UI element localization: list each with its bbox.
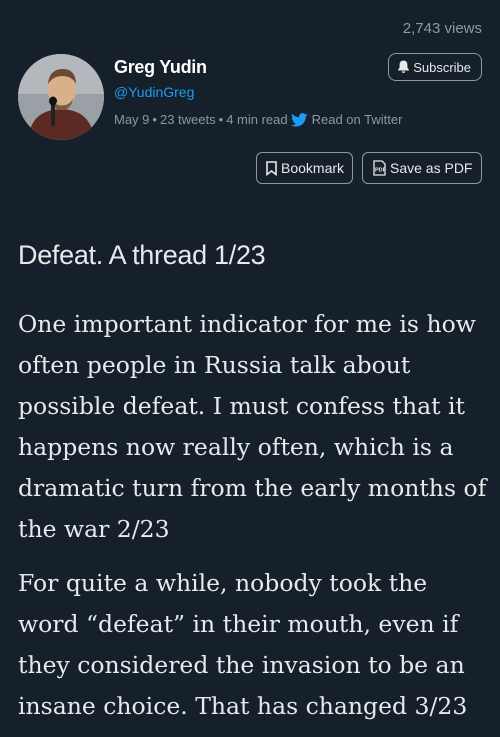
thread-paragraph: For quite a while, nobody took the word …: [18, 569, 468, 720]
avatar[interactable]: [18, 54, 104, 140]
meta-separator: •: [218, 112, 224, 127]
pdf-icon: PDF: [372, 160, 387, 176]
bookmark-button[interactable]: Bookmark: [256, 152, 354, 184]
subscribe-button[interactable]: Subscribe: [388, 53, 482, 81]
view-count: 2,743 views: [402, 20, 482, 37]
avatar-photo: [18, 54, 104, 140]
tweet-count: 23 tweets: [159, 112, 216, 127]
thread-paragraph: One important indicator for me is how of…: [18, 310, 487, 543]
bookmark-label: Bookmark: [281, 160, 345, 176]
thread-page: 2,743 views Greg Yudin @YudinGreg May 9 …: [0, 0, 500, 737]
bell-icon: [397, 60, 410, 74]
save-pdf-label: Save as PDF: [390, 160, 473, 176]
post-date: May 9: [114, 112, 150, 127]
author-handle[interactable]: @YudinGreg: [114, 84, 194, 100]
read-on-twitter-link[interactable]: Read on Twitter: [312, 112, 403, 127]
meta-separator: •: [152, 112, 157, 127]
read-time: 4 min read: [226, 112, 288, 127]
bookmark-icon: [265, 160, 278, 176]
thread-title: Defeat. A thread 1/23: [18, 240, 266, 270]
thread-meta: May 9 • 23 tweets • 4 min read Read on T…: [114, 112, 402, 127]
author-name[interactable]: Greg Yudin: [114, 57, 207, 78]
subscribe-label: Subscribe: [413, 59, 471, 75]
twitter-bird-icon: [290, 112, 308, 127]
svg-text:PDF: PDF: [375, 168, 387, 174]
save-pdf-button[interactable]: PDF Save as PDF: [362, 152, 483, 184]
